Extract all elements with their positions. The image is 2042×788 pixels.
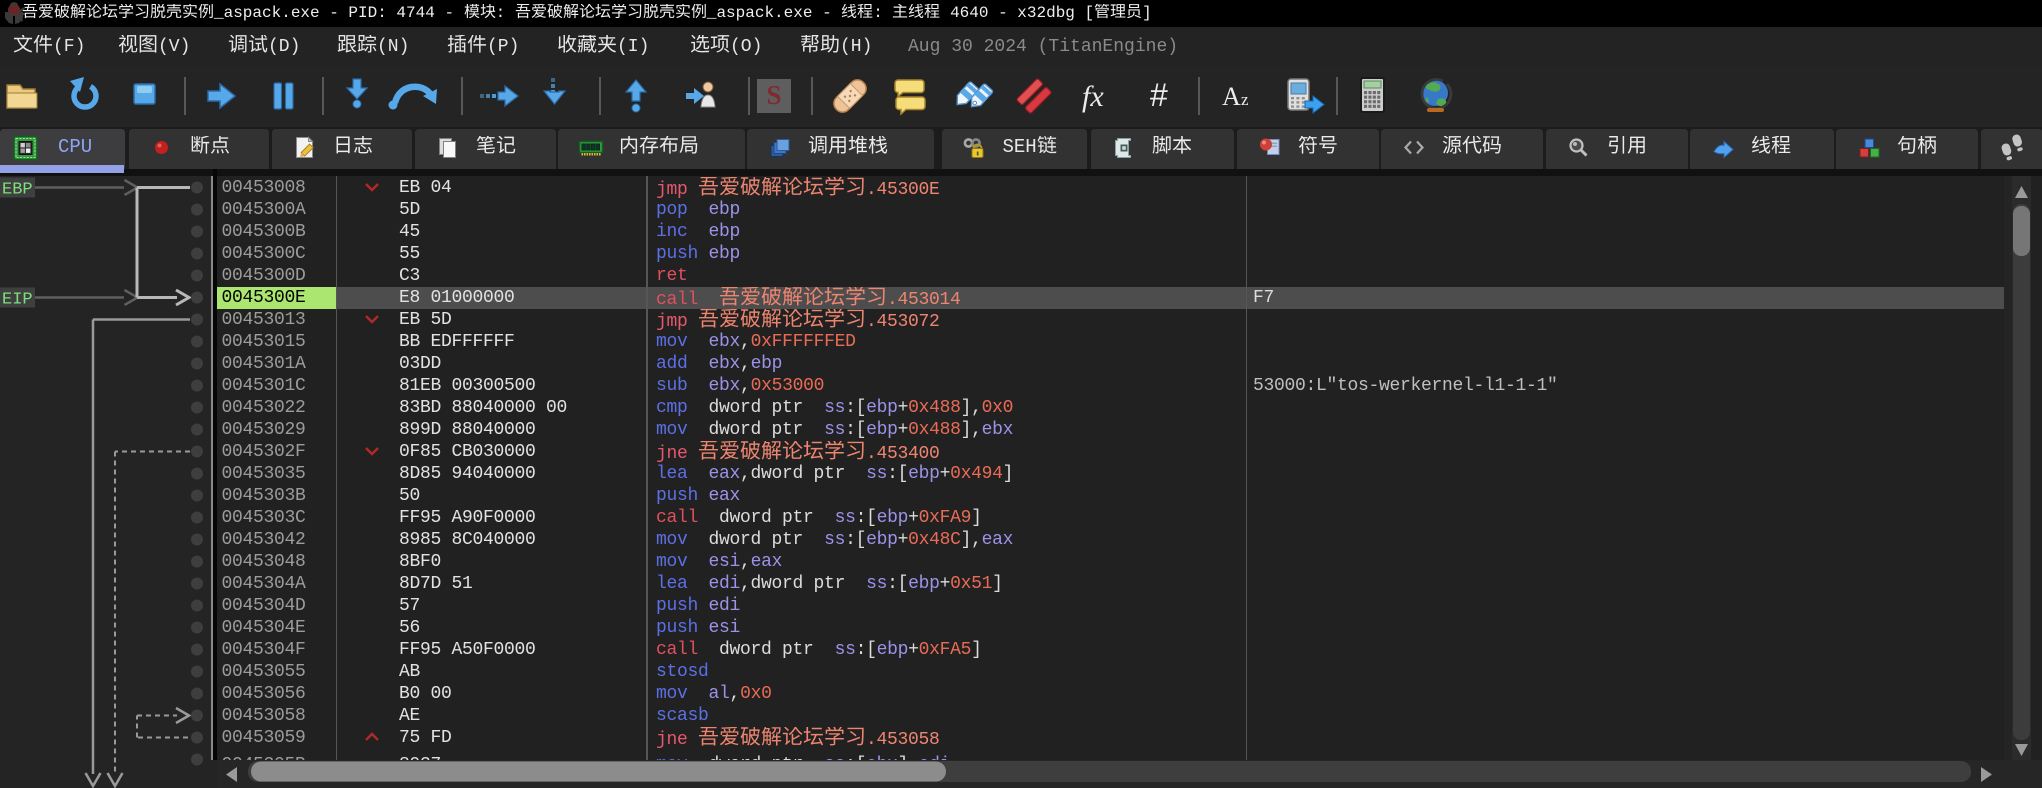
svg-text:fx: fx xyxy=(1082,80,1104,113)
svg-text:A: A xyxy=(1222,82,1241,111)
svg-text:S: S xyxy=(766,80,781,110)
svg-text:32: 32 xyxy=(9,5,19,15)
svg-text:z: z xyxy=(1241,90,1249,109)
svg-text:EBP: EBP xyxy=(2,181,33,200)
svg-text:EIP: EIP xyxy=(2,291,33,310)
svg-text:#: # xyxy=(1150,77,1168,113)
